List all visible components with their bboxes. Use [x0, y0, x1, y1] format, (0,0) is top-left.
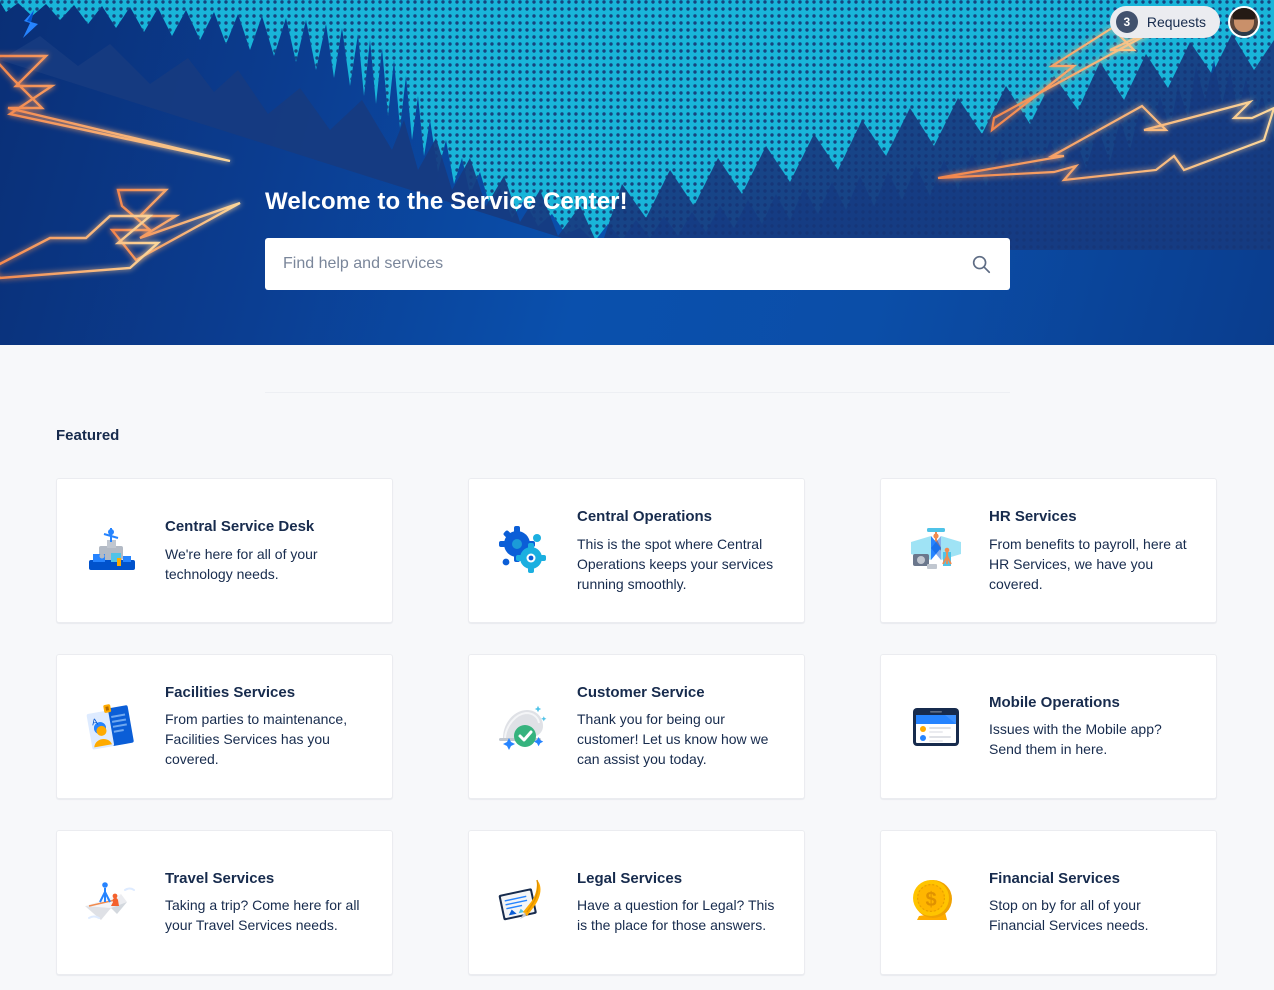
card-description: Issues with the Mobile app? Send them in… — [989, 721, 1162, 757]
header-actions: 3 Requests — [1109, 6, 1260, 38]
featured-card-customer-service[interactable]: Customer Service Thank you for being our… — [468, 654, 805, 799]
card-text: Central Operations This is the spot wher… — [577, 508, 786, 594]
search-bar[interactable] — [265, 238, 1010, 290]
service-dome-check-icon — [493, 696, 555, 758]
card-title: Mobile Operations — [989, 694, 1120, 711]
gold-coin-icon: $ — [905, 872, 967, 934]
hr-people-icon — [905, 520, 967, 582]
card-title: Financial Services — [989, 870, 1120, 887]
card-text: Customer Service Thank you for being our… — [577, 684, 786, 769]
featured-heading: Featured — [56, 427, 120, 444]
card-title: Customer Service — [577, 684, 705, 701]
card-description: This is the spot where Central Operation… — [577, 535, 774, 592]
requests-button[interactable]: 3 Requests — [1109, 6, 1220, 38]
featured-card-hr-services[interactable]: HR Services From benefits to payroll, he… — [880, 478, 1217, 623]
card-text: Central Service Desk We're here for all … — [165, 518, 374, 584]
gears-icon — [493, 520, 555, 582]
main-content: Featured Central Service Desk We're here… — [0, 345, 1274, 990]
card-title: HR Services — [989, 507, 1077, 525]
search-icon[interactable] — [970, 253, 992, 275]
card-text: Travel Services Taking a trip? Come here… — [165, 870, 374, 935]
featured-card-legal-services[interactable]: Legal Services Have a question for Legal… — [468, 830, 805, 975]
lightning-bolt-decoration-left — [0, 54, 241, 280]
service-desk-icon — [81, 520, 143, 582]
jira-lightning-logo-icon[interactable] — [18, 10, 44, 38]
card-description: Have a question for Legal? This is the p… — [577, 897, 775, 933]
featured-card-central-operations[interactable]: Central Operations This is the spot wher… — [468, 478, 805, 623]
lightning-bolt-decoration-right — [937, 21, 1274, 182]
card-description: From benefits to payroll, here at HR Ser… — [989, 535, 1187, 592]
document-quill-icon — [493, 872, 555, 934]
card-title: Central Service Desk — [165, 517, 315, 535]
card-title: Facilities Services — [165, 684, 296, 701]
featured-card-financial-services[interactable]: $ Financial Services Stop on by for all … — [880, 830, 1217, 975]
card-title: Travel Services — [165, 870, 275, 887]
hero-banner: 3 Requests Welcome to the Service Center… — [0, 0, 1274, 345]
card-description: Taking a trip? Come here for all your Tr… — [165, 897, 360, 933]
card-description: Thank you for being our customer! Let us… — [577, 711, 769, 767]
card-text: Facilities Services From parties to main… — [165, 684, 374, 769]
id-badge-icon: A — [81, 696, 143, 758]
tablet-device-icon — [905, 696, 967, 758]
featured-card-facilities-services[interactable]: A Facilities Services From parties to ma… — [56, 654, 393, 799]
avatar[interactable] — [1228, 6, 1260, 38]
section-divider — [265, 392, 1010, 393]
featured-card-central-service-desk[interactable]: Central Service Desk We're here for all … — [56, 478, 393, 623]
card-text: Mobile Operations Issues with the Mobile… — [989, 694, 1198, 759]
page-title: Welcome to the Service Center! — [265, 188, 628, 215]
search-input[interactable] — [283, 238, 970, 290]
featured-card-grid: Central Service Desk We're here for all … — [56, 478, 1220, 975]
card-text: Legal Services Have a question for Legal… — [577, 870, 786, 935]
featured-card-travel-services[interactable]: Travel Services Taking a trip? Come here… — [56, 830, 393, 975]
card-title: Legal Services — [577, 870, 683, 887]
card-description: Stop on by for all of your Financial Ser… — [989, 897, 1149, 933]
requests-label: Requests — [1146, 14, 1206, 30]
paper-plane-icon — [81, 872, 143, 934]
card-text: Financial Services Stop on by for all of… — [989, 870, 1198, 935]
hero-content: Welcome to the Service Center! — [265, 188, 1010, 290]
card-title: Central Operations — [577, 507, 713, 525]
avatar-hair — [1232, 8, 1256, 20]
card-description: From parties to maintenance, Facilities … — [165, 711, 348, 767]
featured-card-mobile-operations[interactable]: Mobile Operations Issues with the Mobile… — [880, 654, 1217, 799]
card-description: We're here for all of your technology ne… — [165, 545, 318, 582]
card-text: HR Services From benefits to payroll, he… — [989, 508, 1198, 594]
svg-text:$: $ — [925, 889, 936, 911]
requests-count-badge: 3 — [1115, 11, 1138, 33]
